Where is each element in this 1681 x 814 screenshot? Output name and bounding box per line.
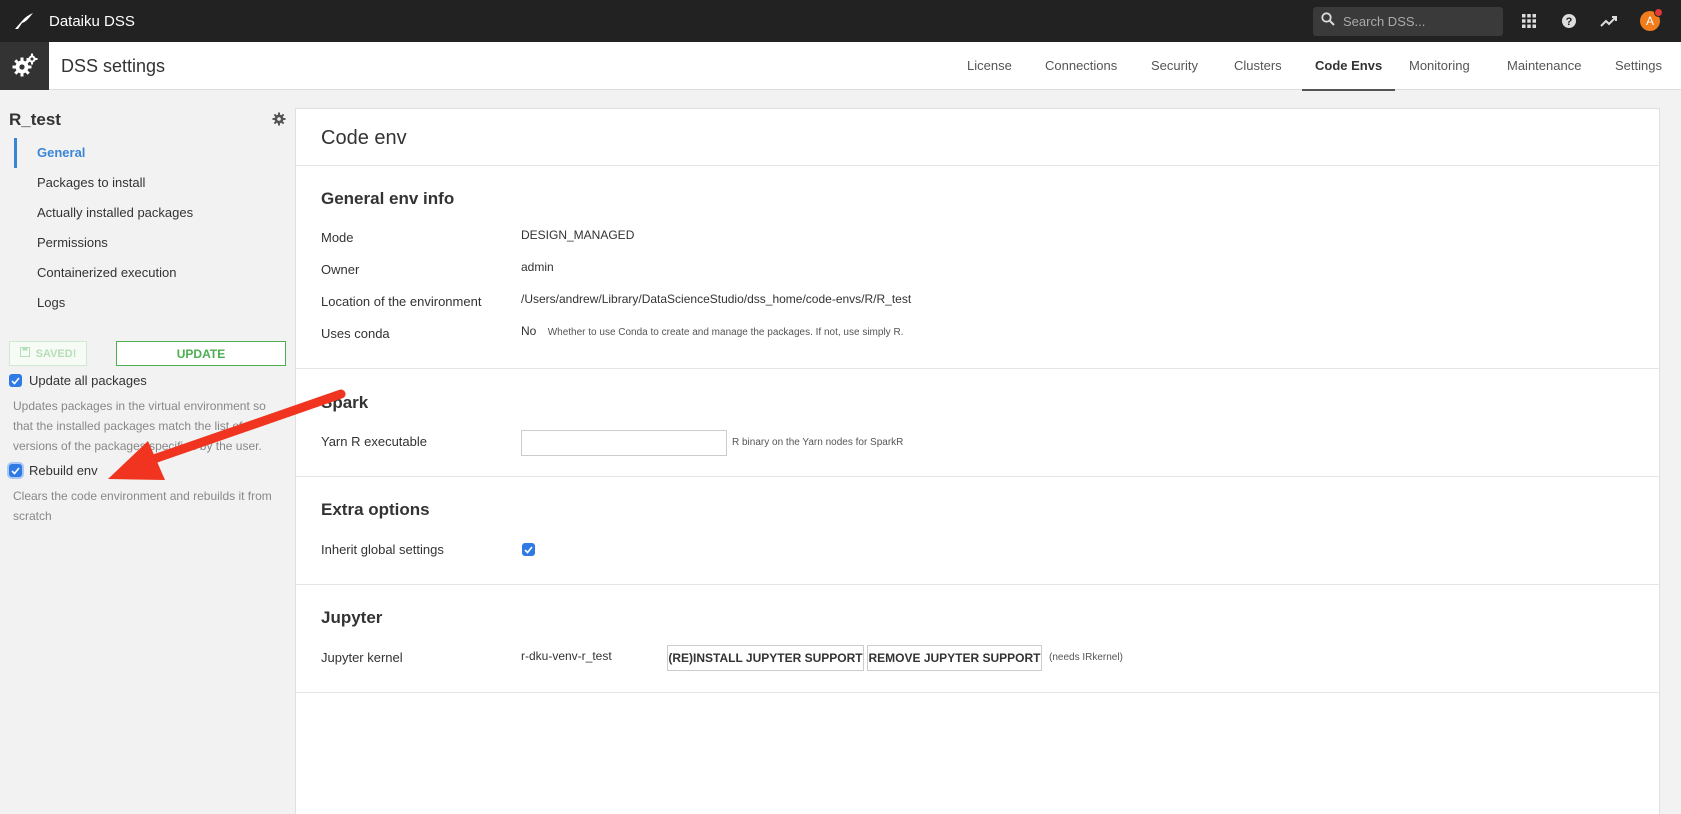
uses-conda-value: No bbox=[521, 324, 537, 338]
global-search[interactable] bbox=[1313, 7, 1503, 36]
update-all-packages-help: Updates packages in the virtual environm… bbox=[13, 399, 266, 453]
settings-header: DSS settings License Connections Securit… bbox=[0, 42, 1681, 91]
location-value: /Users/andrew/Library/DataScienceStudio/… bbox=[521, 292, 912, 306]
notification-badge bbox=[1654, 8, 1663, 17]
inherit-global-settings-label: Inherit global settings bbox=[321, 542, 444, 557]
saved-button[interactable]: SAVED! bbox=[9, 341, 87, 366]
section-title-general: General env info bbox=[321, 189, 455, 208]
tab-clusters[interactable]: Clusters bbox=[1234, 42, 1282, 90]
tab-maintenance[interactable]: Maintenance bbox=[1507, 42, 1581, 90]
update-all-packages-checkbox[interactable] bbox=[9, 374, 22, 387]
rebuild-env-help: Clears the code environment and rebuilds… bbox=[13, 489, 272, 523]
tab-security[interactable]: Security bbox=[1151, 42, 1198, 90]
rebuild-env-checkbox[interactable] bbox=[9, 464, 22, 477]
app-title[interactable]: Dataiku DSS bbox=[49, 13, 135, 30]
yarn-r-executable-hint: R binary on the Yarn nodes for SparkR bbox=[732, 437, 904, 448]
avatar-initial: A bbox=[1645, 14, 1654, 28]
sidebar: R_test General Packages to install Actua… bbox=[0, 90, 294, 814]
jupyter-kernel-label: Jupyter kernel bbox=[321, 650, 403, 665]
uses-conda-value-group: No Whether to use Conda to create and ma… bbox=[521, 324, 903, 338]
remove-jupyter-button[interactable]: REMOVE JUPYTER SUPPORT bbox=[867, 645, 1042, 671]
svg-text:?: ? bbox=[1566, 16, 1573, 28]
section-title-spark: Spark bbox=[321, 393, 369, 412]
divider bbox=[296, 584, 1659, 585]
user-avatar[interactable]: A bbox=[1640, 8, 1663, 31]
reinstall-jupyter-button[interactable]: (RE)INSTALL JUPYTER SUPPORT bbox=[667, 645, 864, 671]
section-title-extra-options: Extra options bbox=[321, 500, 430, 519]
sidebar-nav: General Packages to install Actually ins… bbox=[14, 138, 274, 318]
divider bbox=[296, 692, 1659, 693]
uses-conda-hint: Whether to use Conda to create and manag… bbox=[547, 327, 904, 338]
save-icon bbox=[19, 347, 30, 360]
jupyter-note: (needs IRkernel) bbox=[1049, 652, 1123, 663]
tab-connections[interactable]: Connections bbox=[1045, 42, 1117, 90]
env-name: R_test bbox=[9, 110, 61, 129]
dataiku-bird-icon[interactable] bbox=[4, 0, 44, 42]
sidebar-item-installed-packages[interactable]: Actually installed packages bbox=[14, 198, 274, 228]
mode-value: DESIGN_MANAGED bbox=[521, 228, 635, 242]
update-all-packages-row: Update all packages bbox=[9, 373, 147, 388]
panel-title: Code env bbox=[321, 127, 407, 149]
location-label: Location of the environment bbox=[321, 294, 482, 309]
owner-value: admin bbox=[521, 260, 554, 274]
divider bbox=[296, 368, 1659, 369]
update-all-packages-label: Update all packages bbox=[29, 373, 147, 388]
search-icon bbox=[1321, 12, 1335, 31]
tab-code-envs[interactable]: Code Envs bbox=[1301, 42, 1396, 91]
help-icon[interactable]: ? bbox=[1559, 11, 1579, 31]
gear-icon bbox=[0, 42, 49, 90]
trending-icon[interactable] bbox=[1599, 11, 1619, 31]
rebuild-env-label: Rebuild env bbox=[29, 463, 98, 478]
code-env-panel: Code env General env info Mode DESIGN_MA… bbox=[295, 108, 1660, 814]
sidebar-item-general[interactable]: General bbox=[14, 138, 274, 168]
sidebar-item-logs[interactable]: Logs bbox=[14, 288, 274, 318]
mode-label: Mode bbox=[321, 230, 354, 245]
yarn-r-executable-label: Yarn R executable bbox=[321, 434, 427, 449]
page-title: DSS settings bbox=[61, 56, 166, 76]
owner-label: Owner bbox=[321, 262, 360, 277]
divider bbox=[296, 476, 1659, 477]
uses-conda-label: Uses conda bbox=[321, 326, 390, 341]
top-navbar: Dataiku DSS ? A bbox=[0, 0, 1681, 42]
saved-label: SAVED! bbox=[35, 347, 77, 360]
yarn-r-executable-input[interactable] bbox=[521, 430, 727, 456]
tab-license[interactable]: License bbox=[967, 42, 1012, 90]
sidebar-item-packages-to-install[interactable]: Packages to install bbox=[14, 168, 274, 198]
tab-monitoring[interactable]: Monitoring bbox=[1409, 42, 1470, 90]
section-title-jupyter: Jupyter bbox=[321, 608, 383, 627]
sidebar-item-permissions[interactable]: Permissions bbox=[14, 228, 274, 258]
env-settings-gear-icon[interactable] bbox=[272, 112, 287, 127]
tab-settings[interactable]: Settings bbox=[1615, 42, 1662, 90]
jupyter-kernel-value: r-dku-venv-r_test bbox=[521, 649, 612, 663]
update-button[interactable]: UPDATE bbox=[116, 341, 286, 366]
search-input[interactable] bbox=[1343, 14, 1493, 29]
inherit-global-settings-checkbox[interactable] bbox=[522, 543, 535, 556]
sidebar-item-containerized-execution[interactable]: Containerized execution bbox=[14, 258, 274, 288]
apps-grid-icon[interactable] bbox=[1519, 11, 1539, 31]
divider bbox=[296, 165, 1659, 166]
rebuild-env-row: Rebuild env bbox=[9, 463, 98, 478]
